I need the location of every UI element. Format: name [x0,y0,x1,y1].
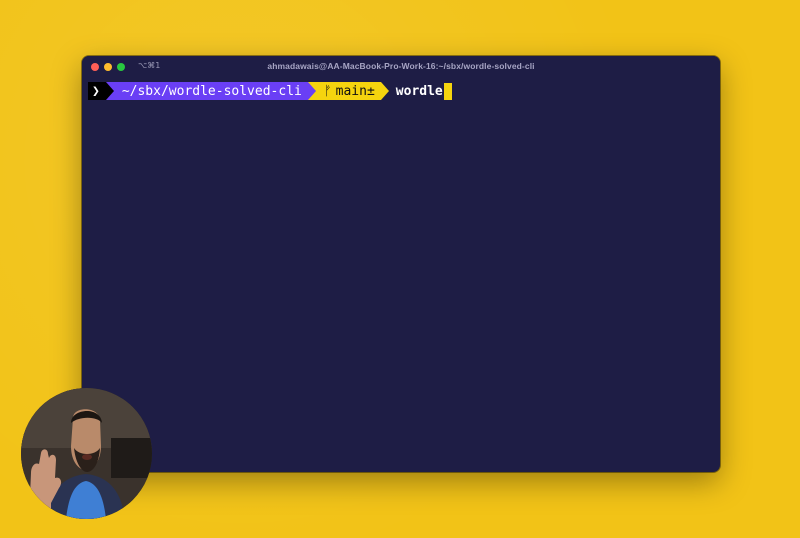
branch-name: main± [335,83,375,99]
prompt-path: ~/sbx/wordle-solved-cli [113,82,308,100]
command-input[interactable]: wordle [396,84,443,99]
prompt-arrow-icon: ❯ [88,82,106,100]
prompt-git-branch: ᚠ main± [315,82,381,100]
git-branch-icon: ᚠ [323,83,332,99]
shell-prompt: ❯ ~/sbx/wordle-solved-cli ᚠ main± wordle [88,82,452,100]
presenter-avatar [21,388,152,519]
text-cursor [443,82,452,100]
window-title: ahmadawais@AA-MacBook-Pro-Work-16:~/sbx/… [267,61,535,71]
segment-separator [105,82,114,100]
title-bar[interactable]: ⌥⌘1 ahmadawais@AA-MacBook-Pro-Work-16:~/… [82,56,720,78]
segment-separator [380,82,389,100]
segment-separator [307,82,316,100]
terminal-window[interactable]: ⌥⌘1 ahmadawais@AA-MacBook-Pro-Work-16:~/… [82,56,720,472]
webcam-overlay [21,388,152,519]
